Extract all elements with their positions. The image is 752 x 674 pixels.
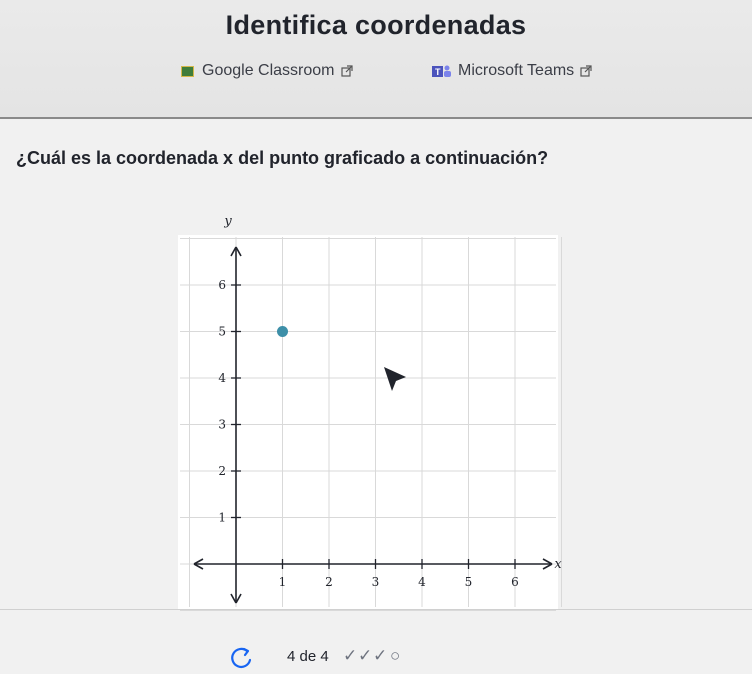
y-axis-label: y bbox=[223, 214, 232, 229]
progress-checks: ✓ ✓ ✓ ○ bbox=[343, 646, 400, 666]
check-icon: ✓ bbox=[343, 646, 357, 665]
y-tick-label: 6 bbox=[218, 278, 226, 292]
x-tick-label: 4 bbox=[418, 575, 426, 589]
x-tick-label: 5 bbox=[465, 575, 473, 589]
x-axis-label: x bbox=[554, 557, 562, 572]
coordinate-graph: x y 1 2 3 4 5 6 1 2 3 4 5 6 bbox=[178, 205, 568, 620]
footer-divider bbox=[0, 609, 752, 610]
microsoft-teams-icon: T bbox=[432, 65, 451, 77]
check-icon: ✓ bbox=[357, 646, 372, 665]
header: Identifica coordenadas Google Classroom … bbox=[0, 0, 752, 118]
progress-text: 4 de 4 bbox=[287, 648, 329, 665]
check-icon: ✓ bbox=[372, 646, 387, 665]
x-tick-label: 2 bbox=[325, 575, 333, 589]
pending-circle-icon: ○ bbox=[389, 646, 401, 665]
data-point bbox=[277, 326, 288, 337]
x-tick-label: 1 bbox=[279, 575, 287, 589]
restart-icon[interactable] bbox=[229, 646, 255, 670]
google-classroom-link[interactable]: Google Classroom bbox=[181, 62, 353, 80]
question-text: ¿Cuál es la coordenada x del punto grafi… bbox=[16, 148, 549, 168]
y-tick-label: 5 bbox=[218, 325, 226, 339]
y-tick-label: 4 bbox=[218, 371, 226, 385]
page-title: Identifica coordenadas bbox=[225, 10, 527, 40]
plot-background bbox=[178, 235, 558, 609]
y-tick-label: 2 bbox=[218, 464, 226, 478]
microsoft-teams-link[interactable]: T Microsoft Teams bbox=[432, 62, 592, 80]
x-tick-label: 3 bbox=[372, 575, 380, 589]
footer: 4 de 4 ✓ ✓ ✓ ○ bbox=[0, 640, 752, 674]
google-classroom-icon bbox=[181, 65, 194, 77]
external-link-icon bbox=[580, 65, 592, 77]
y-tick-label: 1 bbox=[218, 511, 226, 525]
external-link-icon bbox=[340, 65, 353, 77]
svg-text:T: T bbox=[435, 67, 441, 77]
coordinate-plane: x y 1 2 3 4 5 6 1 2 3 4 5 6 bbox=[178, 214, 562, 611]
y-tick-label: 3 bbox=[218, 418, 226, 432]
google-classroom-label: Google Classroom bbox=[202, 62, 335, 79]
x-tick-label: 6 bbox=[511, 575, 519, 589]
microsoft-teams-label: Microsoft Teams bbox=[458, 62, 575, 79]
